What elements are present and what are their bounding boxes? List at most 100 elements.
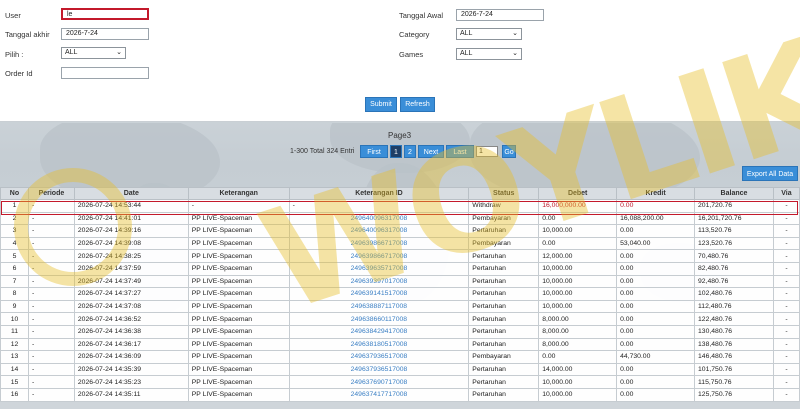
table-cell: 0.00: [616, 337, 696, 352]
table-cell[interactable]: 249638660117008: [288, 312, 470, 326]
table-row[interactable]: 7-2026-07-24 14:37:49 PP LIVE-Spaceman 249…: [0, 274, 800, 289]
first-page-button[interactable]: First: [360, 145, 388, 158]
user-input[interactable]: le: [61, 8, 149, 20]
page-1-button[interactable]: 1: [390, 145, 402, 158]
table-row[interactable]: 12-2026-07-24 14:36:17 PP LIVE-Spaceman 24…: [0, 337, 800, 352]
chevron-down-icon: ⌄: [512, 50, 518, 57]
column-header[interactable]: Debet: [538, 187, 618, 200]
table-cell[interactable]: 249637417717008: [288, 387, 470, 402]
games-select[interactable]: ALL ⌄: [456, 48, 522, 60]
table-cell: -: [27, 299, 75, 314]
page-2-button[interactable]: 2: [404, 145, 416, 158]
submit-button[interactable]: Submit: [365, 97, 397, 112]
table-cell: 7: [0, 274, 29, 289]
column-header[interactable]: Date: [73, 187, 189, 200]
column-header[interactable]: Keterangan: [187, 187, 290, 200]
table-cell: -: [772, 350, 800, 364]
table-row[interactable]: 6-2026-07-24 14:37:59 PP LIVE-Spaceman 249…: [0, 261, 800, 276]
column-header[interactable]: No: [0, 187, 29, 200]
table-cell: 16,201,720.76: [694, 211, 774, 226]
table-cell: 3: [0, 224, 29, 238]
filter-panel: User le Tanggal Awal 2026-7-24 Tanggal a…: [0, 0, 800, 122]
last-page-button[interactable]: Last: [446, 145, 474, 158]
table-cell: Pertaruhan: [468, 274, 540, 289]
table-cell: 10,000.00: [538, 299, 618, 314]
table-cell[interactable]: 249639635717008: [288, 261, 470, 276]
table-cell: 0.00: [616, 274, 696, 289]
pilih-select[interactable]: ALL ⌄: [61, 47, 126, 59]
table-cell: 10,000.00: [538, 261, 618, 276]
table-cell: 0.00: [616, 312, 696, 326]
table-cell[interactable]: 249637936517008: [288, 350, 470, 364]
table-cell: Pembayaran: [468, 350, 540, 364]
entries-info: 1-300 Total 324 Entri: [290, 148, 355, 155]
table-cell: -: [772, 236, 800, 251]
table-cell[interactable]: 249638429417008: [288, 324, 470, 339]
table-cell: 1: [0, 199, 29, 213]
table-cell: 14,000.00: [538, 362, 618, 377]
table-row[interactable]: 3-2026-07-24 14:39:16 PP LIVE-Spaceman 249…: [0, 224, 800, 238]
table-cell: 8,000.00: [538, 312, 618, 326]
table-cell: PP LIVE-Spaceman: [187, 375, 290, 389]
page-number-input[interactable]: 1: [476, 146, 498, 157]
table-row[interactable]: 14-2026-07-24 14:35:39 PP LIVE-Spaceman 24…: [0, 362, 800, 377]
column-header[interactable]: Kredit: [616, 187, 696, 200]
table-cell: 8: [0, 287, 29, 301]
category-select[interactable]: ALL ⌄: [456, 28, 522, 40]
table-cell[interactable]: 249637936517008: [288, 362, 470, 377]
table-cell[interactable]: 249637690717008: [288, 375, 470, 389]
table-cell: 2026-07-24 14:53:44: [73, 199, 189, 213]
table-cell: 0.00: [616, 324, 696, 339]
export-all-button[interactable]: Export All Data: [742, 166, 798, 181]
table-cell: -: [27, 199, 75, 213]
table-cell: 15: [0, 375, 29, 389]
table-row[interactable]: 1-2026-07-24 14:53:44- - Withdraw 16,000,00…: [0, 199, 800, 213]
table-cell[interactable]: 249639397017008: [288, 274, 470, 289]
table-row[interactable]: 11-2026-07-24 14:36:38 PP LIVE-Spaceman 24…: [0, 324, 800, 339]
table-row[interactable]: 13-2026-07-24 14:36:09 PP LIVE-Spaceman 24…: [0, 350, 800, 364]
table-cell[interactable]: 249638887117008: [288, 299, 470, 314]
table-cell[interactable]: 249640096317008: [288, 211, 470, 226]
column-header[interactable]: Balance: [694, 187, 774, 200]
table-cell: PP LIVE-Spaceman: [187, 387, 290, 402]
next-page-button[interactable]: Next: [418, 145, 444, 158]
table-cell: 201,720.76: [694, 199, 774, 213]
table-cell: 112,480.76: [694, 299, 774, 314]
table-row[interactable]: 15-2026-07-24 14:35:23 PP LIVE-Spaceman 24…: [0, 375, 800, 389]
table-row[interactable]: 9-2026-07-24 14:37:08 PP LIVE-Spaceman 249…: [0, 299, 800, 314]
column-header[interactable]: Via: [772, 187, 800, 200]
table-cell: 130,480.76: [694, 324, 774, 339]
table-row[interactable]: 4-2026-07-24 14:39:08 PP LIVE-Spaceman 249…: [0, 236, 800, 251]
table-cell[interactable]: 249640096317008: [288, 224, 470, 238]
table-cell: -: [27, 236, 75, 251]
column-header[interactable]: Periode: [27, 187, 75, 200]
table-row[interactable]: 8-2026-07-24 14:37:27 PP LIVE-Spaceman 249…: [0, 287, 800, 301]
table-cell: 0.00: [538, 236, 618, 251]
order-id-input[interactable]: [61, 67, 149, 79]
refresh-button[interactable]: Refresh: [400, 97, 435, 112]
table-row[interactable]: 2-2026-07-24 14:41:01 PP LIVE-Spaceman 249…: [0, 211, 800, 226]
column-header[interactable]: Keterangan ID: [288, 187, 470, 200]
tanggal-akhir-input[interactable]: 2026-7-24: [61, 28, 149, 40]
table-cell: 2026-07-24 14:35:11: [73, 387, 189, 402]
table-cell[interactable]: 249638180517008: [288, 337, 470, 352]
table-cell: 53,040.00: [616, 236, 696, 251]
table-cell: 0.00: [616, 362, 696, 377]
table-row[interactable]: 5-2026-07-24 14:38:25 PP LIVE-Spaceman 249…: [0, 249, 800, 263]
tanggal-akhir-label: Tanggal akhir: [5, 30, 50, 39]
table-cell[interactable]: 249639141517008: [288, 287, 470, 301]
table-cell[interactable]: 249639866717008: [288, 249, 470, 263]
table-cell: -: [27, 337, 75, 352]
column-header[interactable]: Status: [468, 187, 540, 200]
go-button[interactable]: Go: [502, 145, 516, 158]
table-row[interactable]: 10-2026-07-24 14:36:52 PP LIVE-Spaceman 24…: [0, 312, 800, 326]
table-cell: PP LIVE-Spaceman: [187, 362, 290, 377]
pilih-label: Pilih :: [5, 50, 24, 59]
table-row[interactable]: 16-2026-07-24 14:35:11 PP LIVE-Spaceman 24…: [0, 387, 800, 402]
games-label: Games: [399, 50, 424, 59]
table-cell[interactable]: 249639866717008: [288, 236, 470, 251]
table-cell: 2026-07-24 14:36:09: [73, 350, 189, 364]
tanggal-awal-input[interactable]: 2026-7-24: [456, 9, 544, 21]
table-cell: -: [772, 387, 800, 402]
table-cell: 2026-07-24 14:35:23: [73, 375, 189, 389]
